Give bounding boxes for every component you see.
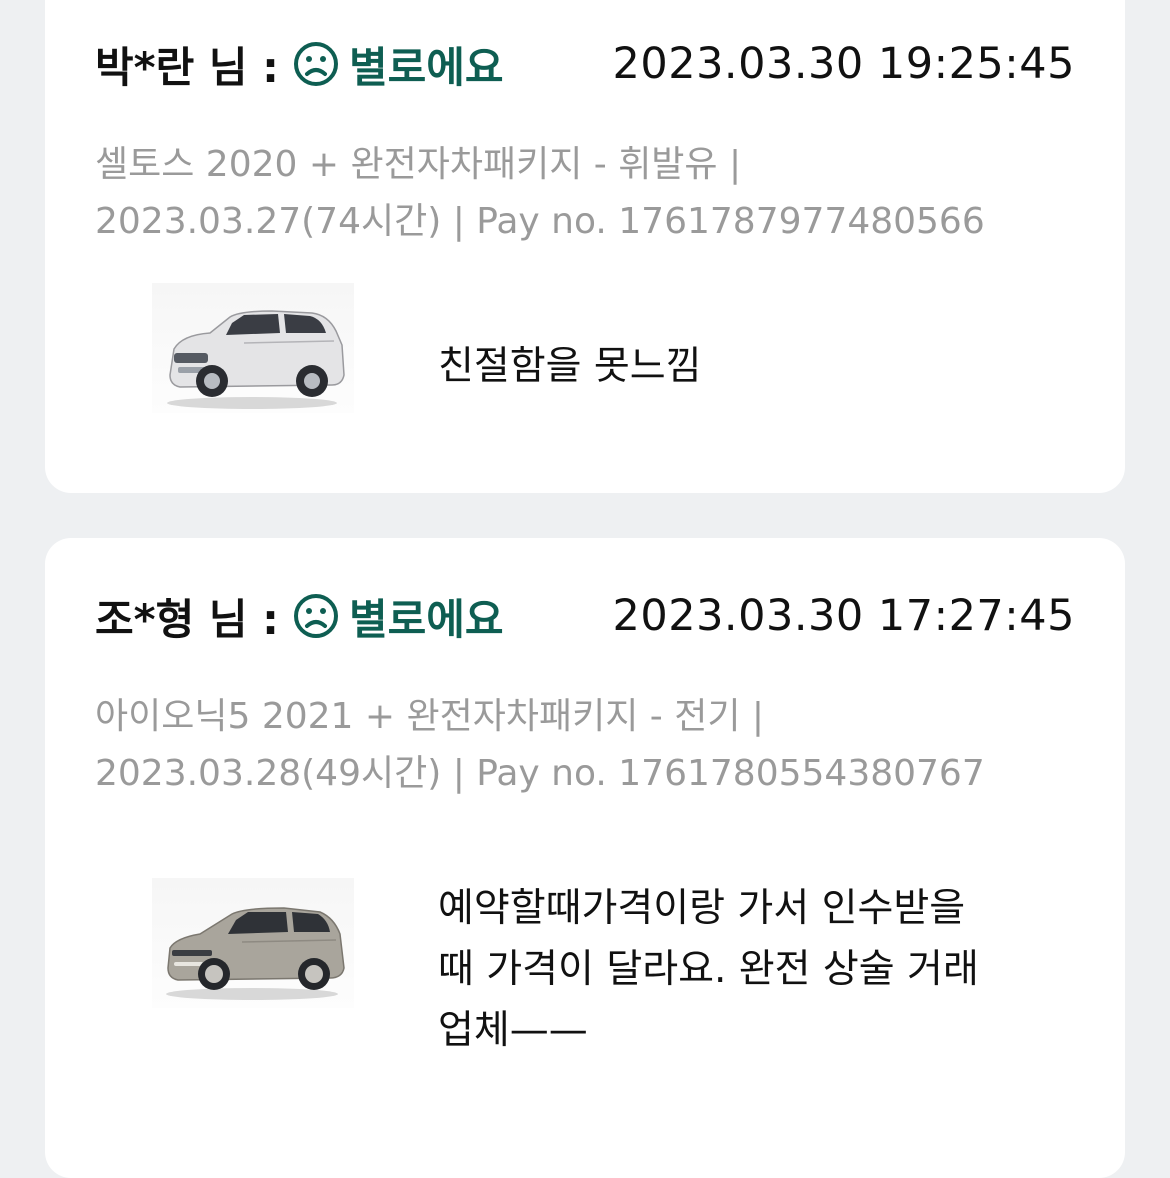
review-meta: 아이오닉5 2021 + 완전자차패키지 - 전기 | 2023.03.28(4… <box>95 688 1075 802</box>
review-card: 조*형 님 : 별로에요 2023.03.30 17:27:45 아이오닉5 2… <box>45 538 1125 1178</box>
rating-label: 별로에요 <box>348 594 504 644</box>
reviewer-name: 조*형 님 : <box>95 594 279 644</box>
payment-info: 2023.03.28(49시간) | Pay no. 1761780554380… <box>95 753 985 794</box>
comment-line: 업체—— <box>438 1008 588 1053</box>
comment-line: 친절함을 못느낌 <box>438 344 702 389</box>
review-comment: 예약할때가격이랑 가서 인수받을 때 가격이 달라요. 완전 상술 거래 업체—… <box>438 878 1038 1061</box>
comment-line: 때 가격이 달라요. 완전 상술 거래 <box>438 947 979 992</box>
review-timestamp: 2023.03.30 17:27:45 <box>612 591 1075 641</box>
car-thumbnail <box>152 283 354 413</box>
review-comment: 친절함을 못느낌 <box>438 336 1038 397</box>
review-header: 박*란 님 : 별로에요 2023.03.30 19:25:45 <box>95 34 1075 94</box>
rental-info: 셀토스 2020 + 완전자차패키지 - 휘발유 | <box>95 144 742 185</box>
gray-hatchback-ev-icon <box>166 907 345 1000</box>
sad-face-icon <box>293 41 339 87</box>
white-suv-icon <box>167 310 345 409</box>
rental-info: 아이오닉5 2021 + 완전자차패키지 - 전기 | <box>95 696 765 737</box>
review-card: 박*란 님 : 별로에요 2023.03.30 19:25:45 셀토스 202… <box>45 0 1125 493</box>
reviewer: 조*형 님 : 별로에요 <box>95 586 504 646</box>
reviewer: 박*란 님 : 별로에요 <box>95 34 504 94</box>
review-timestamp: 2023.03.30 19:25:45 <box>612 39 1075 89</box>
sad-face-icon <box>293 593 339 639</box>
car-thumbnail <box>152 878 354 1008</box>
rating-label: 별로에요 <box>348 42 504 92</box>
review-header: 조*형 님 : 별로에요 2023.03.30 17:27:45 <box>95 586 1075 646</box>
payment-info: 2023.03.27(74시간) | Pay no. 1761787977480… <box>95 201 985 242</box>
reviewer-name: 박*란 님 : <box>95 42 279 92</box>
review-meta: 셀토스 2020 + 완전자차패키지 - 휘발유 | 2023.03.27(74… <box>95 136 1075 250</box>
comment-line: 예약할때가격이랑 가서 인수받을 <box>438 886 966 931</box>
